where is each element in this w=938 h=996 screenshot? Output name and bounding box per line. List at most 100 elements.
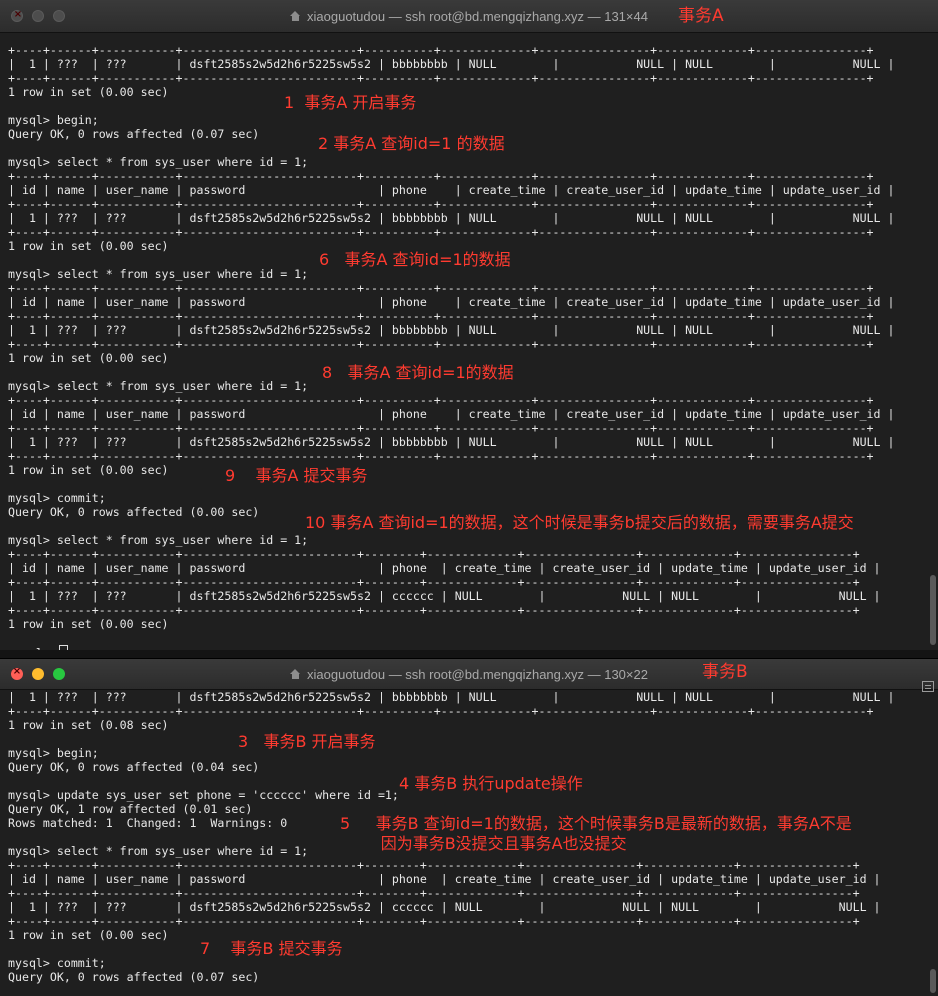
- terminal-line: +----+------+-----------+---------------…: [8, 886, 930, 900]
- annotation-step-7: 7 事务B 提交事务: [200, 939, 343, 958]
- terminal-line-text: | 1 | ??? | ??? | dsft2585s2w5d2h6r5225s…: [8, 435, 895, 449]
- terminal-line-text: +----+------+-----------+---------------…: [8, 421, 874, 435]
- terminal-line: +----+------+-----------+---------------…: [8, 575, 930, 589]
- terminal-line-text: +----+------+-----------+---------------…: [8, 43, 874, 57]
- terminal-line: +----+------+-----------+---------------…: [8, 421, 930, 435]
- terminal-line-text: mysql> update sys_user set phone = 'cccc…: [8, 788, 399, 802]
- terminal-line-text: mysql> select * from sys_user where id =…: [8, 379, 309, 393]
- terminal-line: 1 row in set (0.00 sec): [8, 463, 930, 477]
- window-title-b: xiaoguotudou — ssh root@bd.mengqizhang.x…: [0, 659, 938, 689]
- terminal-line: mysql> commit;: [8, 956, 930, 970]
- annotation-step-3: 3 事务B 开启事务: [238, 732, 376, 751]
- terminal-line-text: 1 row in set (0.08 sec): [8, 718, 169, 732]
- terminal-window-a[interactable]: × xiaoguotudou — ssh root@bd.mengqizhang…: [0, 0, 938, 650]
- terminal-line: +----+------+-----------+---------------…: [8, 603, 930, 617]
- annotation-step-8: 8 事务A 查询id=1的数据: [322, 363, 514, 382]
- terminal-output-a[interactable]: +----+------+-----------+---------------…: [0, 33, 938, 650]
- terminal-line: +----+------+-----------+---------------…: [8, 71, 930, 85]
- home-icon: [290, 669, 301, 679]
- terminal-line: | 1 | ??? | ??? | dsft2585s2w5d2h6r5225s…: [8, 690, 930, 704]
- terminal-line: +----+------+-----------+---------------…: [8, 43, 930, 57]
- window-label-b: 事务B: [702, 662, 748, 682]
- terminal-line-text: +----+------+-----------+---------------…: [8, 858, 860, 872]
- terminal-line: +----+------+-----------+---------------…: [8, 309, 930, 323]
- terminal-line-text: Query OK, 1 row affected (0.01 sec): [8, 802, 253, 816]
- terminal-line-text: 1 row in set (0.00 sec): [8, 239, 169, 253]
- terminal-line-text: | id | name | user_name | password | pho…: [8, 407, 895, 421]
- terminal-line-text: +----+------+-----------+---------------…: [8, 309, 874, 323]
- scrollbar-a[interactable]: [930, 575, 936, 645]
- terminal-line: | id | name | user_name | password | pho…: [8, 561, 930, 575]
- terminal-line: | 1 | ??? | ??? | dsft2585s2w5d2h6r5225s…: [8, 211, 930, 225]
- annotation-step-10: 10 事务A 查询id=1的数据，这个时候是事务b提交后的数据，需要事务A提交: [305, 513, 854, 532]
- home-icon: [290, 11, 301, 21]
- title-bar-b[interactable]: × xiaoguotudou — ssh root@bd.mengqizhang…: [0, 659, 938, 690]
- terminal-line-text: +----+------+-----------+---------------…: [8, 393, 874, 407]
- terminal-line: mysql> select * from sys_user where id =…: [8, 533, 930, 547]
- terminal-line: +----+------+-----------+---------------…: [8, 281, 930, 295]
- terminal-line: | 1 | ??? | ??? | dsft2585s2w5d2h6r5225s…: [8, 900, 930, 914]
- terminal-line-text: | 1 | ??? | ??? | dsft2585s2w5d2h6r5225s…: [8, 323, 895, 337]
- terminal-line: 1 row in set (0.00 sec): [8, 85, 930, 99]
- terminal-line-text: +----+------+-----------+---------------…: [8, 281, 874, 295]
- terminal-line-text: +----+------+-----------+---------------…: [8, 449, 874, 463]
- terminal-line-text: +----+------+-----------+---------------…: [8, 71, 874, 85]
- terminal-line: | id | name | user_name | password | pho…: [8, 872, 930, 886]
- terminal-line-text: 1 row in set (0.00 sec): [8, 85, 169, 99]
- terminal-line-text: mysql> select * from sys_user where id =…: [8, 155, 309, 169]
- terminal-line: | id | name | user_name | password | pho…: [8, 183, 930, 197]
- terminal-line-text: Query OK, 0 rows affected (0.00 sec): [8, 505, 260, 519]
- terminal-line-text: | 1 | ??? | ??? | dsft2585s2w5d2h6r5225s…: [8, 589, 881, 603]
- terminal-line: | 1 | ??? | ??? | dsft2585s2w5d2h6r5225s…: [8, 57, 930, 71]
- terminal-line-text: | id | name | user_name | password | pho…: [8, 872, 881, 886]
- terminal-window-b[interactable]: × xiaoguotudou — ssh root@bd.mengqizhang…: [0, 658, 938, 996]
- terminal-line-text: | id | name | user_name | password | pho…: [8, 295, 895, 309]
- title-bar-a[interactable]: × xiaoguotudou — ssh root@bd.mengqizhang…: [0, 0, 938, 33]
- terminal-line: mysql> commit;: [8, 491, 930, 505]
- terminal-line: Query OK, 0 rows affected (0.04 sec): [8, 760, 930, 774]
- terminal-line: +----+------+-----------+---------------…: [8, 449, 930, 463]
- annotation-step-1: 1 事务A 开启事务: [284, 93, 417, 112]
- terminal-line-text: 1 row in set (0.00 sec): [8, 617, 169, 631]
- scrollbar-b[interactable]: [930, 969, 936, 993]
- terminal-line-text: | 1 | ??? | ??? | dsft2585s2w5d2h6r5225s…: [8, 900, 881, 914]
- terminal-line-text: mysql> select * from sys_user where id =…: [8, 844, 309, 858]
- terminal-line: +----+------+-----------+---------------…: [8, 337, 930, 351]
- terminal-line-text: 1 row in set (0.00 sec): [8, 928, 169, 942]
- terminal-line-text: | 1 | ??? | ??? | dsft2585s2w5d2h6r5225s…: [8, 211, 895, 225]
- terminal-line-text: +----+------+-----------+---------------…: [8, 197, 874, 211]
- terminal-line: +----+------+-----------+---------------…: [8, 169, 930, 183]
- terminal-line: +----+------+-----------+---------------…: [8, 393, 930, 407]
- terminal-line: | id | name | user_name | password | pho…: [8, 295, 930, 309]
- terminal-line: mysql> begin;: [8, 113, 930, 127]
- terminal-line-text: +----+------+-----------+---------------…: [8, 886, 860, 900]
- terminal-line-text: mysql> begin;: [8, 113, 99, 127]
- terminal-line: +----+------+-----------+---------------…: [8, 914, 930, 928]
- terminal-line: +----+------+-----------+---------------…: [8, 858, 930, 872]
- terminal-line-text: +----+------+-----------+---------------…: [8, 225, 874, 239]
- terminal-line-text: +----+------+-----------+---------------…: [8, 914, 860, 928]
- terminal-line-text: mysql> select * from sys_user where id =…: [8, 533, 309, 547]
- annotation-step-5: 5 事务B 查询id=1的数据，这个时候事务B是最新的数据，事务A不是 因为事务…: [340, 814, 852, 853]
- terminal-line: 1 row in set (0.08 sec): [8, 718, 930, 732]
- terminal-line-text: +----+------+-----------+---------------…: [8, 547, 860, 561]
- terminal-line: +----+------+-----------+---------------…: [8, 547, 930, 561]
- terminal-line-text: +----+------+-----------+---------------…: [8, 603, 860, 617]
- window-title-text-b: xiaoguotudou — ssh root@bd.mengqizhang.x…: [307, 666, 648, 682]
- terminal-line-text: +----+------+-----------+---------------…: [8, 337, 874, 351]
- terminal-line-text: | 1 | ??? | ??? | dsft2585s2w5d2h6r5225s…: [8, 690, 895, 704]
- terminal-line: +----+------+-----------+---------------…: [8, 704, 930, 718]
- window-title-text-a: xiaoguotudou — ssh root@bd.mengqizhang.x…: [307, 8, 648, 24]
- terminal-line-text: mysql> commit;: [8, 491, 106, 505]
- terminal-line-text: +----+------+-----------+---------------…: [8, 575, 860, 589]
- terminal-line: | id | name | user_name | password | pho…: [8, 407, 930, 421]
- annotation-step-9: 9 事务A 提交事务: [225, 466, 368, 485]
- terminal-line: | 1 | ??? | ??? | dsft2585s2w5d2h6r5225s…: [8, 435, 930, 449]
- terminal-line-text: +----+------+-----------+---------------…: [8, 704, 874, 718]
- annotation-step-2: 2 事务A 查询id=1 的数据: [318, 134, 505, 153]
- terminal-line-text: mysql> commit;: [8, 956, 106, 970]
- annotation-step-6: 6 事务A 查询id=1的数据: [319, 250, 511, 269]
- terminal-line-text: Rows matched: 1 Changed: 1 Warnings: 0: [8, 816, 288, 830]
